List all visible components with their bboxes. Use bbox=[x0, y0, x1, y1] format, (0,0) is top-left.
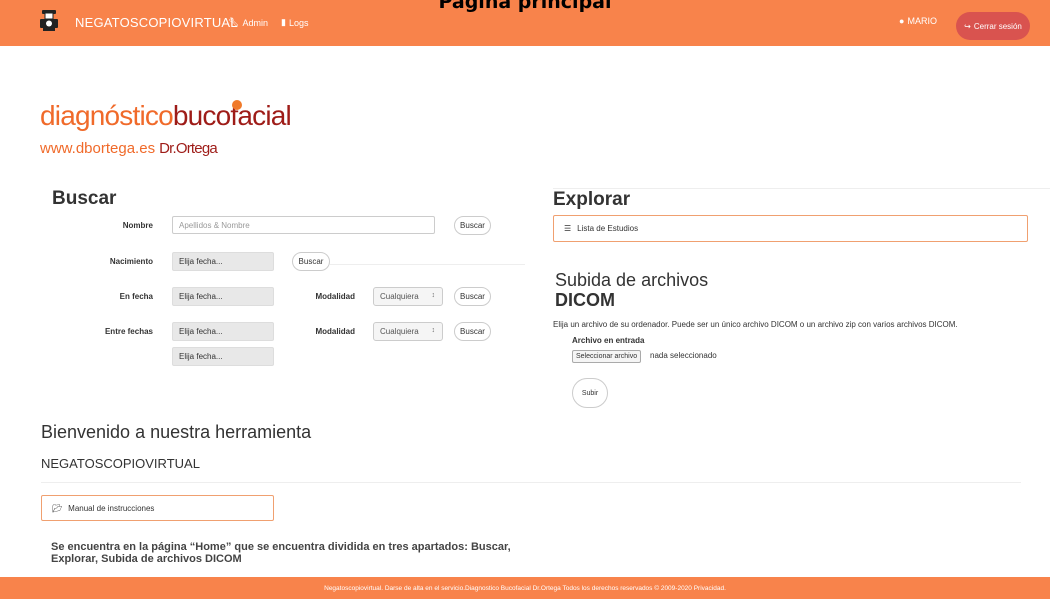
modalidad-select-range[interactable]: Cualquiera ↕ bbox=[373, 322, 443, 341]
logout-icon: ↪ bbox=[964, 21, 971, 31]
logout-button[interactable]: ↪ Cerrar sesión bbox=[956, 12, 1030, 40]
file-icon: ▮ bbox=[281, 17, 286, 27]
logo-subline: www.dbortega.es Dr.Ortega bbox=[40, 140, 218, 157]
user-icon: ● bbox=[899, 16, 905, 26]
nombre-label: Nombre bbox=[122, 221, 153, 230]
modalidad-select[interactable]: Cualquiera ↕ bbox=[373, 287, 443, 306]
nombre-input[interactable]: Apellidos & Nombre bbox=[172, 216, 435, 234]
app-name: NEGATOSCOPIOVIRTUAL bbox=[41, 456, 200, 471]
file-input-label: Archivo en entrada bbox=[572, 336, 645, 345]
logo-wordmark: diagnósticobucofacial bbox=[40, 100, 292, 131]
upload-button[interactable]: Subir bbox=[572, 378, 608, 408]
list-icon: ☰ bbox=[564, 224, 572, 233]
folder-icon: 📂︎ bbox=[52, 503, 63, 513]
entre-fechas-label: Entre fechas bbox=[104, 327, 153, 336]
manual-link[interactable]: 📂︎ Manual de instrucciones bbox=[41, 495, 274, 521]
divider bbox=[41, 482, 1021, 483]
en-fecha-label: En fecha bbox=[119, 292, 153, 301]
admin-link[interactable]: 🔧︎ Admin bbox=[228, 17, 268, 28]
negatoscope-logo-icon[interactable] bbox=[40, 10, 58, 32]
buscar-nombre-button[interactable]: Buscar bbox=[454, 216, 491, 235]
info-text: Se encuentra en la página “Home” que se … bbox=[51, 541, 511, 565]
welcome-title: Bienvenido a nuestra herramienta bbox=[41, 422, 312, 442]
buscar-title: Buscar bbox=[52, 188, 117, 209]
buscar-entre-fechas-button[interactable]: Buscar bbox=[454, 322, 491, 341]
brand-link[interactable]: NEGATOSCOPIOVIRTUAL bbox=[75, 15, 238, 30]
en-fecha-date-field[interactable]: Elija fecha... bbox=[172, 287, 274, 306]
explorar-title: Explorar bbox=[553, 189, 631, 210]
modalidad-label: Modalidad bbox=[315, 327, 355, 336]
lista-estudios-link[interactable]: ☰ Lista de Estudios bbox=[553, 215, 1028, 242]
logo-dot-icon bbox=[232, 100, 242, 110]
modalidad-label: Modalidad bbox=[315, 292, 355, 301]
entre-fechas-end-field[interactable]: Elija fecha... bbox=[172, 347, 274, 366]
entre-fechas-start-field[interactable]: Elija fecha... bbox=[172, 322, 274, 341]
file-status: nada seleccionado bbox=[650, 351, 717, 360]
select-arrows-icon: ↕ bbox=[431, 292, 436, 299]
upload-title: Subida de archivos DICOM bbox=[555, 270, 709, 310]
select-arrows-icon: ↕ bbox=[431, 327, 436, 334]
upload-description: Elija un archivo de su ordenador. Puede … bbox=[553, 320, 958, 329]
company-logo: diagnósticobucofacial www.dbortega.es Dr.… bbox=[40, 100, 292, 157]
user-menu[interactable]: ● MARIO bbox=[899, 16, 937, 26]
page-caption: Página principal bbox=[438, 0, 612, 13]
buscar-en-fecha-button[interactable]: Buscar bbox=[454, 287, 491, 306]
wrench-icon: 🔧︎ bbox=[228, 17, 240, 27]
nacimiento-date-field[interactable]: Elija fecha... bbox=[172, 252, 274, 271]
nacimiento-label: Nacimiento bbox=[109, 257, 153, 266]
divider bbox=[330, 264, 525, 265]
footer: Negatoscopiovirtual. Darse de alta en el… bbox=[0, 577, 1050, 599]
select-file-button[interactable]: Seleccionar archivo bbox=[572, 350, 642, 363]
logs-link[interactable]: ▮ Logs bbox=[281, 17, 308, 28]
buscar-nacimiento-button[interactable]: Buscar bbox=[292, 252, 330, 271]
